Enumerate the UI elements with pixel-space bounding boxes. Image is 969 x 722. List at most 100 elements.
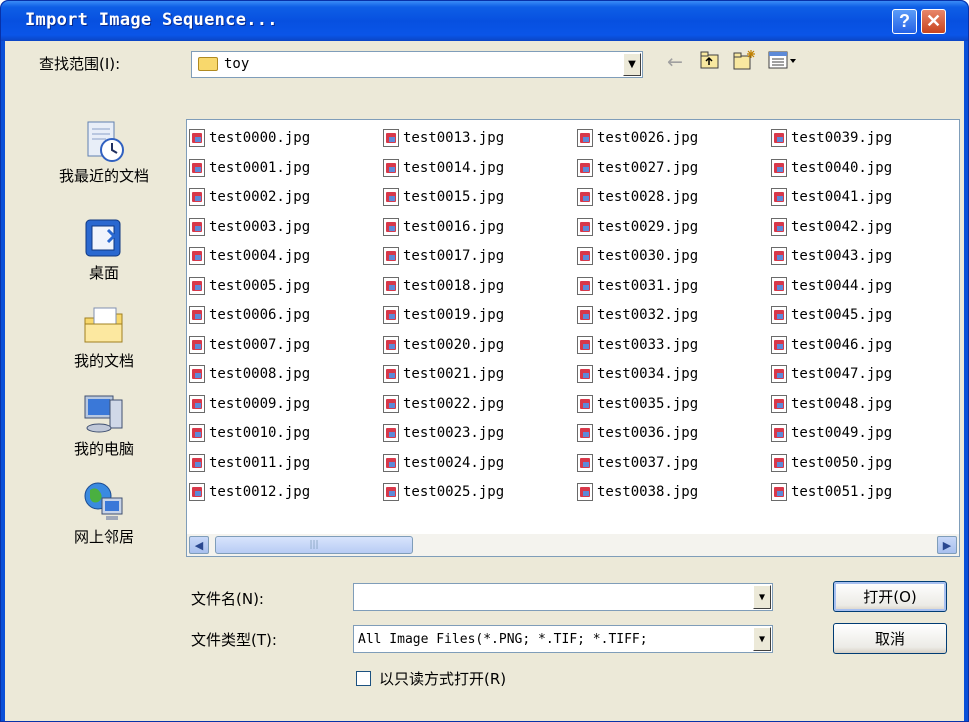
file-list-item[interactable]: test0002.jpg [189,183,310,211]
file-list-item[interactable]: test0035.jpg [577,390,698,418]
look-in-label: 查找范围(I): [39,55,121,73]
file-list-item[interactable]: test0049.jpg [771,419,892,447]
jpg-file-icon [383,188,399,206]
file-list-item[interactable]: test0038.jpg [577,478,698,506]
scroll-left-button[interactable]: ◀ [189,536,209,554]
view-menu-icon[interactable] [767,49,799,76]
jpg-file-icon [189,483,205,501]
place-network[interactable]: 网上邻居 [34,480,174,566]
file-list-item[interactable]: test0009.jpg [189,390,310,418]
file-list-item[interactable]: test0046.jpg [771,331,892,359]
read-only-checkbox[interactable] [356,671,371,686]
file-list-item[interactable]: test0008.jpg [189,360,310,388]
file-list-item[interactable]: test0023.jpg [383,419,504,447]
file-list-item[interactable]: test0025.jpg [383,478,504,506]
file-list-item[interactable]: test0050.jpg [771,449,892,477]
jpg-file-icon [383,276,399,295]
file-name: test0020.jpg [403,336,505,353]
file-list-item[interactable]: test0003.jpg [189,213,310,241]
jpg-file-icon [383,129,399,147]
file-list-item[interactable]: test0012.jpg [189,478,310,506]
file-list-item[interactable]: test0041.jpg [771,183,892,211]
look-in-dropdown-arrow[interactable]: ▼ [623,53,641,76]
file-list-item[interactable]: test0000.jpg [189,124,310,152]
file-list-item[interactable]: test0007.jpg [189,331,310,359]
back-arrow-icon[interactable]: ← [667,51,683,73]
read-only-label[interactable]: 以只读方式打开(R) [379,668,506,689]
file-list-item[interactable]: test0026.jpg [577,124,698,152]
file-list-item[interactable]: test0042.jpg [771,213,892,241]
file-list-item[interactable]: test0019.jpg [383,301,504,329]
close-button[interactable]: ✕ [921,9,946,34]
file-list-item[interactable]: test0029.jpg [577,213,698,241]
title-bar[interactable]: Import Image Sequence... ? ✕ [1,1,968,41]
up-folder-icon[interactable] [699,49,721,76]
look-in-combo[interactable]: toy ▼ [191,51,643,78]
file-type-select[interactable]: All Image Files(*.PNG; *.TIF; *.TIFF; ▼ [353,625,773,653]
file-list-item[interactable]: test0043.jpg [771,242,892,270]
file-list-item[interactable]: test0032.jpg [577,301,698,329]
place-recent-documents[interactable]: 我最近的文档 [34,119,174,205]
file-list-item[interactable]: test0018.jpg [383,272,504,300]
jpg-file-icon [771,247,787,265]
jpg-file-icon [577,453,593,472]
file-list-item[interactable]: test0011.jpg [189,449,310,477]
file-list-item[interactable]: test0031.jpg [577,272,698,300]
places-bar: 我最近的文档 桌面 我的文档 我的电脑 网上邻居 [34,119,174,599]
place-my-documents[interactable]: 我的文档 [34,304,174,390]
file-list-item[interactable]: test0005.jpg [189,272,310,300]
place-desktop[interactable]: 桌面 [34,216,174,302]
jpg-file-icon [383,247,399,265]
file-name: test0006.jpg [209,307,311,323]
file-list-item[interactable]: test0020.jpg [383,331,504,359]
desktop-icon [82,216,126,260]
file-name-input[interactable]: ▼ [353,583,773,611]
file-list-item[interactable]: test0039.jpg [771,124,892,152]
place-my-computer[interactable]: 我的电脑 [34,392,174,478]
new-folder-icon[interactable] [732,48,756,77]
file-list-item[interactable]: test0006.jpg [189,301,310,329]
file-list-item[interactable]: test0033.jpg [577,331,698,359]
file-list-item[interactable]: test0021.jpg [383,360,504,388]
file-name-dropdown-arrow[interactable]: ▼ [753,585,771,609]
file-list-item[interactable]: test0045.jpg [771,301,892,329]
file-list-item[interactable]: test0014.jpg [383,154,504,182]
file-name: test0008.jpg [209,366,311,382]
file-name: test0043.jpg [791,248,893,264]
my-computer-icon [82,392,126,436]
file-name: test0003.jpg [209,218,311,235]
file-list-item[interactable]: test0037.jpg [577,449,698,477]
file-list-item[interactable]: test0048.jpg [771,390,892,418]
file-list-item[interactable]: test0034.jpg [577,360,698,388]
file-list-item[interactable]: test0036.jpg [577,419,698,447]
file-list-item[interactable]: test0051.jpg [771,478,892,506]
file-list-item[interactable]: test0022.jpg [383,390,504,418]
file-list-item[interactable]: test0010.jpg [189,419,310,447]
help-button[interactable]: ? [892,9,917,34]
file-list-item[interactable]: test0028.jpg [577,183,698,211]
horizontal-scrollbar[interactable]: ◀ ||| ▶ [187,534,959,556]
file-list-item[interactable]: test0013.jpg [383,124,504,152]
file-list-item[interactable]: test0044.jpg [771,272,892,300]
file-list-item[interactable]: test0016.jpg [383,213,504,241]
file-list-item[interactable]: test0017.jpg [383,242,504,270]
file-type-dropdown-arrow[interactable]: ▼ [753,627,771,651]
open-button[interactable]: 打开(O) [833,581,947,612]
cancel-button[interactable]: 取消 [833,623,947,654]
file-list-item[interactable]: test0030.jpg [577,242,698,270]
file-list-item[interactable]: test0040.jpg [771,154,892,182]
file-list-item[interactable]: test0047.jpg [771,360,892,388]
file-list-item[interactable]: test0027.jpg [577,154,698,182]
file-list-item[interactable]: test0004.jpg [189,242,310,270]
file-name: test0022.jpg [403,395,505,412]
file-name: test0027.jpg [597,159,699,176]
file-name: test0047.jpg [791,366,893,382]
file-list[interactable]: test0000.jpg test0001.jpg test0002.jpg test… [186,119,960,557]
scroll-thumb[interactable]: ||| [215,536,413,554]
file-name: test0050.jpg [791,454,893,471]
file-list-item[interactable]: test0001.jpg [189,154,310,182]
file-list-item[interactable]: test0015.jpg [383,183,504,211]
scroll-right-button[interactable]: ▶ [937,536,957,554]
file-list-item[interactable]: test0024.jpg [383,449,504,477]
file-name: test0030.jpg [597,248,699,264]
